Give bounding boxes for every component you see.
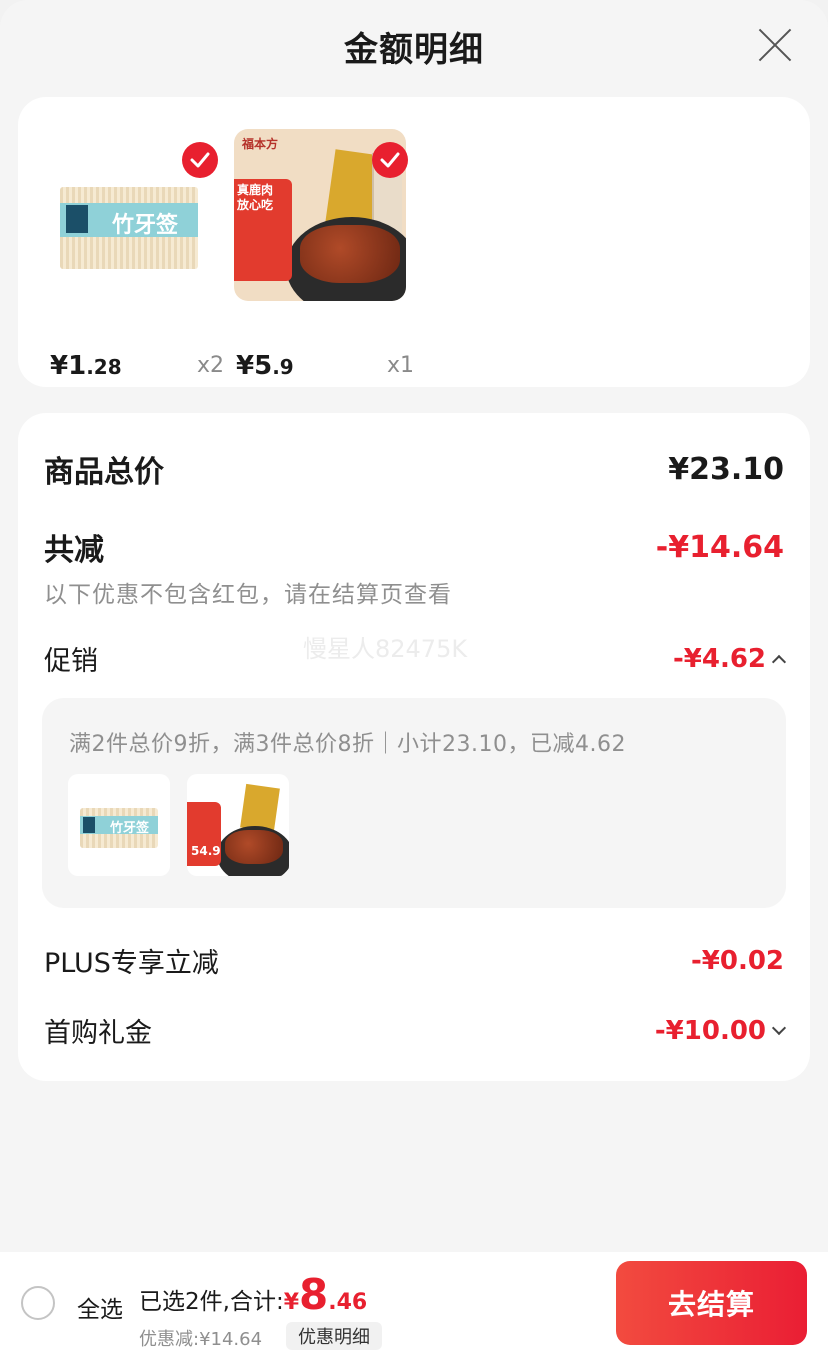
product-quantity: x1 <box>386 353 414 378</box>
total-reduction-row: 共减 -¥14.64 <box>44 525 784 569</box>
sheet-header: 金额明细 <box>0 0 828 92</box>
toothpick-box-image: 竹牙签 <box>60 187 198 269</box>
gift-value: -¥10.00 <box>655 1016 787 1046</box>
plus-discount-label: PLUS专享立减 <box>44 948 219 979</box>
products-card: 竹牙签 ¥1.28 x2 福本方 真鹿肉放心吃 54.9 <box>18 97 810 387</box>
promo-badge: 真鹿肉放心吃 54.9 <box>234 179 292 281</box>
close-icon[interactable] <box>756 26 794 64</box>
select-all-radio[interactable] <box>21 1286 55 1320</box>
brand-logo: 福本方 <box>242 137 279 151</box>
total-price-row: 商品总价 ¥23.10 <box>44 447 784 491</box>
promotion-label: 促销 <box>44 646 98 677</box>
promotion-value: -¥4.62 <box>673 644 787 674</box>
checkmark-icon[interactable] <box>372 142 408 178</box>
product-quantity: x2 <box>196 353 224 378</box>
order-summary: 已选2件,合计: ¥ 8 .46 <box>139 1270 368 1319</box>
checkmark-icon[interactable] <box>182 142 218 178</box>
total-price-label: 商品总价 <box>44 455 164 490</box>
total-price-value: ¥23.10 <box>668 451 784 487</box>
promo-product-thumbnail[interactable]: 54.9 <box>187 774 289 876</box>
amount-detail-sheet: 金额明细 竹牙签 ¥1.28 x2 福本方 真鹿肉 放心吃 ¥5.9 x1 商品… <box>0 0 828 1354</box>
promotion-detail-box: 满2件总价9折，满3件总价8折｜小计23.10，已减4.62 竹牙签 54.9 <box>42 698 786 908</box>
discount-detail-button[interactable]: 优惠明细 <box>286 1322 382 1350</box>
product-price: ¥5.9 <box>236 351 294 381</box>
promo-product-thumbnail[interactable]: 竹牙签 <box>68 774 170 876</box>
discount-note: 以下优惠不包含红包，请在结算页查看 <box>44 582 452 608</box>
total-amount: 8 <box>299 1270 329 1319</box>
total-reduction-value: -¥14.64 <box>655 529 784 565</box>
sheet-title: 金额明细 <box>344 29 484 70</box>
promotion-row[interactable]: 促销 -¥4.62 <box>44 639 787 678</box>
gift-label: 首购礼金 <box>44 1018 152 1049</box>
first-purchase-gift-row[interactable]: 首购礼金 -¥10.00 <box>44 1011 787 1050</box>
promotion-description: 满2件总价9折，满3件总价8折｜小计23.10，已减4.62 <box>69 732 626 757</box>
plus-discount-row: PLUS专享立减 -¥0.02 <box>44 941 784 980</box>
thumb-label: 竹牙签 <box>112 212 179 238</box>
checkout-button[interactable]: 去结算 <box>616 1261 807 1345</box>
price-detail-card: 商品总价 ¥23.10 共减 -¥14.64 以下优惠不包含红包，请在结算页查看… <box>18 413 810 1081</box>
checkout-bar: 全选 已选2件,合计: ¥ 8 .46 优惠减:¥14.64 优惠明细 去结算 <box>0 1252 828 1354</box>
plus-discount-value: -¥0.02 <box>690 945 784 976</box>
product-price: ¥1.28 <box>50 351 122 381</box>
chevron-up-icon[interactable] <box>771 654 787 669</box>
total-reduction-label: 共减 <box>44 533 104 568</box>
chevron-down-icon[interactable] <box>771 1020 787 1035</box>
select-all-label[interactable]: 全选 <box>77 1290 123 1324</box>
saved-amount: 优惠减:¥14.64 <box>139 1329 263 1350</box>
